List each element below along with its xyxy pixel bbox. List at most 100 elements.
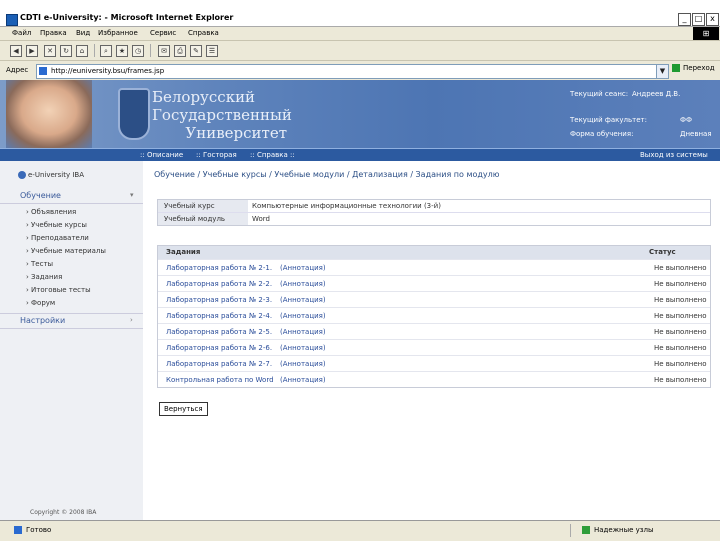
- address-dropdown-icon[interactable]: ▼: [656, 64, 669, 79]
- info-key: Учебный курс: [158, 200, 248, 212]
- task-status: Не выполнено: [654, 312, 707, 320]
- search-icon[interactable]: ⌕: [100, 45, 112, 57]
- study-form-label: Форма обучения:: [570, 130, 634, 138]
- annotation-link[interactable]: (Аннотация): [280, 360, 326, 368]
- table-row: Лабораторная работа № 2-2. (Аннотация) Н…: [158, 275, 710, 291]
- sidebar-section-study-label: Обучение: [20, 191, 61, 200]
- address-label: Адрес: [6, 66, 29, 74]
- stop-icon[interactable]: ✕: [44, 45, 56, 57]
- task-link[interactable]: Лабораторная работа № 2-7.: [166, 360, 272, 368]
- edit-icon[interactable]: ✎: [190, 45, 202, 57]
- page-icon: [39, 67, 47, 75]
- go-label: Переход: [683, 64, 715, 72]
- maximize-button[interactable]: □: [692, 13, 705, 26]
- nav-link-guest-label: Госторая: [202, 151, 237, 159]
- table-row: Лабораторная работа № 2-1. (Аннотация) Н…: [158, 259, 710, 275]
- faculty-label: Текущий факультет:: [570, 116, 647, 124]
- sidebar-item-final-tests[interactable]: › Итоговые тесты: [26, 286, 91, 294]
- task-status: Не выполнено: [654, 280, 707, 288]
- annotation-link[interactable]: (Аннотация): [280, 296, 326, 304]
- window-title: CDTI e-University: - Microsoft Internet …: [20, 13, 234, 22]
- nav-link-guest[interactable]: :: Госторая: [196, 151, 237, 159]
- menu-favorites[interactable]: Избранное: [98, 29, 138, 37]
- tasks-column-name: Задания: [166, 248, 201, 256]
- info-value: Компьютерные информационные технологии (…: [252, 202, 441, 210]
- sidebar-section-study[interactable]: Обучение ▾: [0, 189, 143, 204]
- annotation-link[interactable]: (Аннотация): [280, 344, 326, 352]
- annotation-link[interactable]: (Аннотация): [280, 376, 326, 384]
- toolbar-separator: [94, 44, 95, 57]
- study-form-value: Дневная: [680, 130, 712, 138]
- windows-logo-icon: ⊞: [693, 27, 719, 41]
- nav-link-description-label: Описание: [146, 151, 184, 159]
- sidebar-item-tests[interactable]: › Тесты: [26, 260, 53, 268]
- table-row: Лабораторная работа № 2-3. (Аннотация) Н…: [158, 291, 710, 307]
- sidebar-section-settings-label: Настройки: [20, 316, 66, 325]
- annotation-link[interactable]: (Аннотация): [280, 328, 326, 336]
- task-status: Не выполнено: [654, 264, 707, 272]
- status-separator: [570, 524, 571, 537]
- task-link[interactable]: Лабораторная работа № 2-4.: [166, 312, 272, 320]
- back-button[interactable]: Вернуться: [159, 402, 208, 416]
- logout-link[interactable]: Выход из системы: [640, 151, 708, 159]
- menu-file[interactable]: Файл: [12, 29, 31, 37]
- address-input[interactable]: http://euniversity.bsu/frames.jsp: [36, 64, 658, 79]
- nav-link-help[interactable]: :: Справка ::: [250, 151, 295, 159]
- forward-icon[interactable]: ▶: [26, 45, 38, 57]
- menu-edit[interactable]: Правка: [40, 29, 67, 37]
- task-link[interactable]: Лабораторная работа № 2-3.: [166, 296, 272, 304]
- sidebar-item-tasks[interactable]: › Задания: [26, 273, 62, 281]
- task-link[interactable]: Лабораторная работа № 2-6.: [166, 344, 272, 352]
- task-link[interactable]: Лабораторная работа № 2-2.: [166, 280, 272, 288]
- annotation-link[interactable]: (Аннотация): [280, 312, 326, 320]
- sidebar-item-label: Форум: [31, 299, 56, 307]
- discuss-icon[interactable]: ☰: [206, 45, 218, 57]
- status-zone-label: Надежные узлы: [594, 526, 654, 534]
- back-icon[interactable]: ◀: [10, 45, 22, 57]
- address-url[interactable]: http://euniversity.bsu/frames.jsp: [51, 67, 164, 75]
- task-link[interactable]: Лабораторная работа № 2-1.: [166, 264, 272, 272]
- eu-logo-icon: [18, 171, 26, 179]
- chevron-right-icon: ›: [130, 316, 133, 324]
- tasks-table-header: Задания Статус: [158, 246, 710, 259]
- sidebar-item-label: Учебные курсы: [31, 221, 87, 229]
- go-button[interactable]: Переход: [672, 64, 715, 72]
- sidebar-item-announcements[interactable]: › Объявления: [26, 208, 76, 216]
- table-row: Контрольная работа по Word (Аннотация) Н…: [158, 371, 710, 387]
- task-link[interactable]: Лабораторная работа № 2-5.: [166, 328, 272, 336]
- annotation-link[interactable]: (Аннотация): [280, 264, 326, 272]
- menu-help[interactable]: Справка: [188, 29, 219, 37]
- window-titlebar: CDTI e-University: - Microsoft Internet …: [0, 0, 720, 26]
- menu-view[interactable]: Вид: [76, 29, 90, 37]
- faculty-value: ФФ: [680, 116, 693, 124]
- refresh-icon[interactable]: ↻: [60, 45, 72, 57]
- menu-bar: Файл Правка Вид Избранное Сервис Справка…: [0, 26, 720, 41]
- table-row: Лабораторная работа № 2-7. (Аннотация) Н…: [158, 355, 710, 371]
- sidebar-item-forum[interactable]: › Форум: [26, 299, 55, 307]
- minimize-button[interactable]: _: [678, 13, 691, 26]
- table-row: Лабораторная работа № 2-4. (Аннотация) Н…: [158, 307, 710, 323]
- history-icon[interactable]: ◷: [132, 45, 144, 57]
- table-row: Лабораторная работа № 2-6. (Аннотация) Н…: [158, 339, 710, 355]
- annotation-link[interactable]: (Аннотация): [280, 280, 326, 288]
- sidebar-item-courses[interactable]: › Учебные курсы: [26, 221, 87, 229]
- sidebar-item-label: Тесты: [31, 260, 54, 268]
- top-nav: :: Описание :: Госторая :: Справка :: Вы…: [0, 148, 720, 162]
- info-row: Учебный модуль Word: [158, 213, 710, 225]
- favorites-icon[interactable]: ★: [116, 45, 128, 57]
- close-button[interactable]: x: [706, 13, 719, 26]
- menu-tools[interactable]: Сервис: [150, 29, 176, 37]
- sidebar-item-teachers[interactable]: › Преподаватели: [26, 234, 89, 242]
- nav-link-description[interactable]: :: Описание: [140, 151, 183, 159]
- print-icon[interactable]: ⎙: [174, 45, 186, 57]
- status-bar: Готово Надежные узлы: [0, 520, 720, 541]
- task-status: Не выполнено: [654, 328, 707, 336]
- toolbar-separator: [150, 44, 151, 57]
- mail-icon[interactable]: ✉: [158, 45, 170, 57]
- sidebar-section-settings[interactable]: Настройки ›: [0, 313, 143, 329]
- task-status: Не выполнено: [654, 344, 707, 352]
- sidebar-item-materials[interactable]: › Учебные материалы: [26, 247, 106, 255]
- home-icon[interactable]: ⌂: [76, 45, 88, 57]
- task-link[interactable]: Контрольная работа по Word: [166, 376, 274, 384]
- nav-link-help-label: Справка: [256, 151, 288, 159]
